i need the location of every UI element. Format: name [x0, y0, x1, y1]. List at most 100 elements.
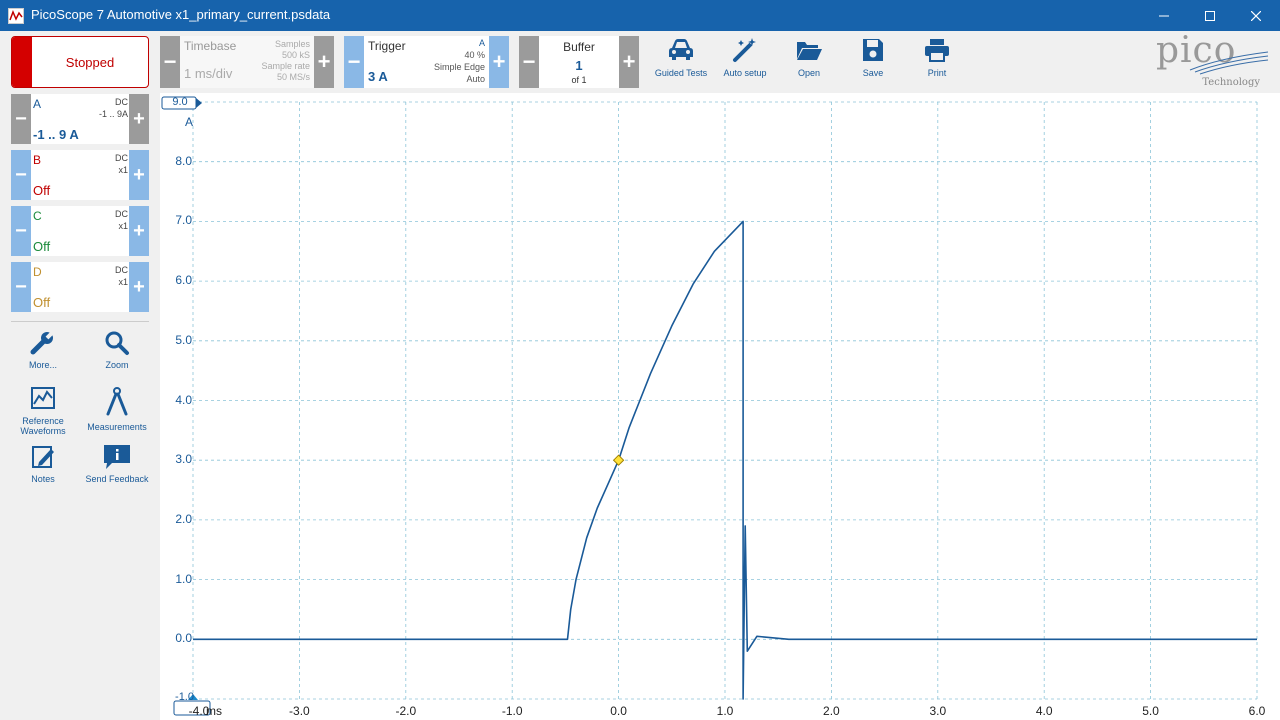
print-button[interactable]: Print — [905, 37, 969, 78]
printer-icon — [925, 39, 949, 62]
folder-open-icon — [797, 42, 822, 60]
y-axis-bottom-value: -1.0 — [175, 691, 194, 703]
run-stop-label: Stopped — [65, 55, 115, 70]
measurements-button[interactable]: Measurements — [80, 386, 154, 432]
channel-a-control: − A DC -1 .. 9A -1 .. 9 A + — [11, 94, 149, 144]
channel-b-panel[interactable]: B DC x1 Off — [31, 150, 129, 200]
channel-c-panel[interactable]: C DC x1 Off — [31, 206, 129, 256]
channel-b-decrease-button[interactable]: − — [11, 150, 31, 200]
channel-a-letter: A — [33, 97, 42, 111]
more-label: More... — [28, 360, 57, 370]
channel-d-decrease-button[interactable]: − — [11, 262, 31, 312]
y-tick-label: 2.0 — [175, 511, 192, 526]
sample-rate-value: 50 MS/s — [276, 72, 310, 82]
channel-b-state: Off — [33, 183, 51, 198]
channel-d-coupling: DC x1 — [115, 264, 128, 288]
channel-b-letter: B — [33, 153, 42, 167]
channel-d-state: Off — [33, 295, 51, 310]
pico-logo: pico Technology — [1150, 30, 1270, 90]
channel-b-probe-text: x1 — [118, 165, 128, 175]
timebase-panel[interactable]: Timebase 1 ms/div Samples 500 kS Sample … — [180, 36, 314, 88]
car-icon — [669, 39, 693, 60]
trigger-increase-button[interactable]: + — [489, 36, 509, 88]
channel-d-panel[interactable]: D DC x1 Off — [31, 262, 129, 312]
channel-a-panel[interactable]: A DC -1 .. 9A -1 .. 9 A — [31, 94, 129, 144]
guided-tests-label: Guided Tests — [654, 68, 708, 78]
buffer-decrease-button[interactable]: − — [519, 36, 539, 88]
x-tick-label: 5.0 — [1142, 704, 1159, 718]
save-button[interactable]: Save — [841, 37, 905, 78]
send-feedback-button[interactable]: Send Feedback — [80, 444, 154, 484]
waveform-plot[interactable] — [160, 93, 1280, 720]
buffer-increase-button[interactable]: + — [619, 36, 639, 88]
channel-d-probe-text: x1 — [118, 277, 128, 287]
notes-icon — [32, 446, 54, 468]
magic-wand-icon — [733, 38, 756, 62]
channel-c-control: − C DC x1 Off + — [11, 206, 149, 256]
trigger-mode: Auto — [466, 74, 485, 84]
window-title: PicoScope 7 Automotive x1_primary_curren… — [31, 7, 331, 22]
trigger-value: 3 A — [368, 69, 388, 84]
x-tick-label: 2.0 — [823, 704, 840, 718]
picoscope-window: PicoScope 7 Automotive x1_primary_curren… — [0, 0, 1280, 720]
notes-button[interactable]: Notes — [6, 444, 80, 484]
save-icon — [863, 39, 883, 61]
channel-a-probe-text: -1 .. 9A — [98, 109, 128, 119]
open-button[interactable]: Open — [777, 37, 841, 78]
channel-a-coupling: DC -1 .. 9A — [99, 96, 128, 120]
pico-logo-subtitle: Technology — [1202, 77, 1260, 88]
timebase-label: Timebase — [184, 39, 237, 53]
y-tick-label: 7.0 — [175, 213, 192, 228]
zoom-button[interactable]: Zoom — [80, 330, 154, 370]
trigger-channel: A — [478, 38, 485, 48]
title-bar: PicoScope 7 Automotive x1_primary_curren… — [0, 0, 1280, 31]
y-tick-label: 8.0 — [175, 153, 192, 168]
minimize-button[interactable] — [1141, 0, 1187, 31]
buffer-panel[interactable]: Buffer 1 of 1 — [539, 36, 619, 88]
sidebar-divider — [11, 321, 149, 322]
timebase-increase-button[interactable]: + — [314, 36, 334, 88]
caliper-icon — [106, 387, 128, 416]
more-button[interactable]: More... — [6, 330, 80, 370]
auto-setup-button[interactable]: Auto setup — [713, 37, 777, 78]
x-tick-label: -2.0 — [395, 704, 417, 718]
y-tick-label: 4.0 — [175, 392, 192, 407]
channel-b-coupling: DC x1 — [115, 152, 128, 176]
trigger-panel[interactable]: Trigger 3 A A 40 % Simple Edge Auto — [364, 36, 489, 88]
channel-d-increase-button[interactable]: + — [129, 262, 149, 312]
trigger-decrease-button[interactable]: − — [344, 36, 364, 88]
close-icon — [1251, 10, 1261, 21]
buffer-of: of 1 — [571, 75, 587, 85]
auto-setup-label: Auto setup — [723, 68, 767, 78]
save-label: Save — [862, 68, 884, 78]
channel-d-coupling-text: DC — [115, 265, 128, 275]
buffer-value: 1 — [575, 58, 583, 73]
guided-tests-button[interactable]: Guided Tests — [649, 37, 713, 78]
x-tick-label: -1.0 — [501, 704, 523, 718]
channel-a-coupling-text: DC — [115, 97, 128, 107]
x-tick-label: 3.0 — [929, 704, 947, 718]
feedback-icon — [104, 445, 130, 469]
channel-b-control: − B DC x1 Off + — [11, 150, 149, 200]
channel-a-range: -1 .. 9 A — [33, 127, 79, 142]
samples-value: 500 kS — [281, 50, 310, 60]
x-axis-unit: ms — [206, 704, 222, 718]
maximize-icon — [1205, 10, 1215, 21]
reference-waveform-icon — [31, 387, 55, 409]
channel-b-increase-button[interactable]: + — [129, 150, 149, 200]
reference-waveforms-button[interactable]: Reference Waveforms — [6, 386, 80, 436]
timebase-decrease-button[interactable]: − — [160, 36, 180, 88]
trigger-marker[interactable] — [612, 454, 625, 466]
run-stop-button[interactable]: Stopped — [11, 36, 149, 88]
channel-a-decrease-button[interactable]: − — [11, 94, 31, 144]
channel-c-increase-button[interactable]: + — [129, 206, 149, 256]
x-tick-label: 1.0 — [716, 704, 734, 718]
y-axis-top-value: 9.0 — [172, 96, 188, 108]
scope-view[interactable]: 9.0 A 8.0 7.0 6.0 5.0 4.0 3.0 2.0 1.0 0.0 -1.0 -… — [160, 93, 1280, 720]
channel-a-increase-button[interactable]: + — [129, 94, 149, 144]
minimize-icon — [1159, 15, 1169, 16]
maximize-button[interactable] — [1187, 0, 1233, 31]
channel-c-decrease-button[interactable]: − — [11, 206, 31, 256]
close-button[interactable] — [1233, 0, 1279, 31]
sample-rate-label: Sample rate — [261, 61, 310, 71]
